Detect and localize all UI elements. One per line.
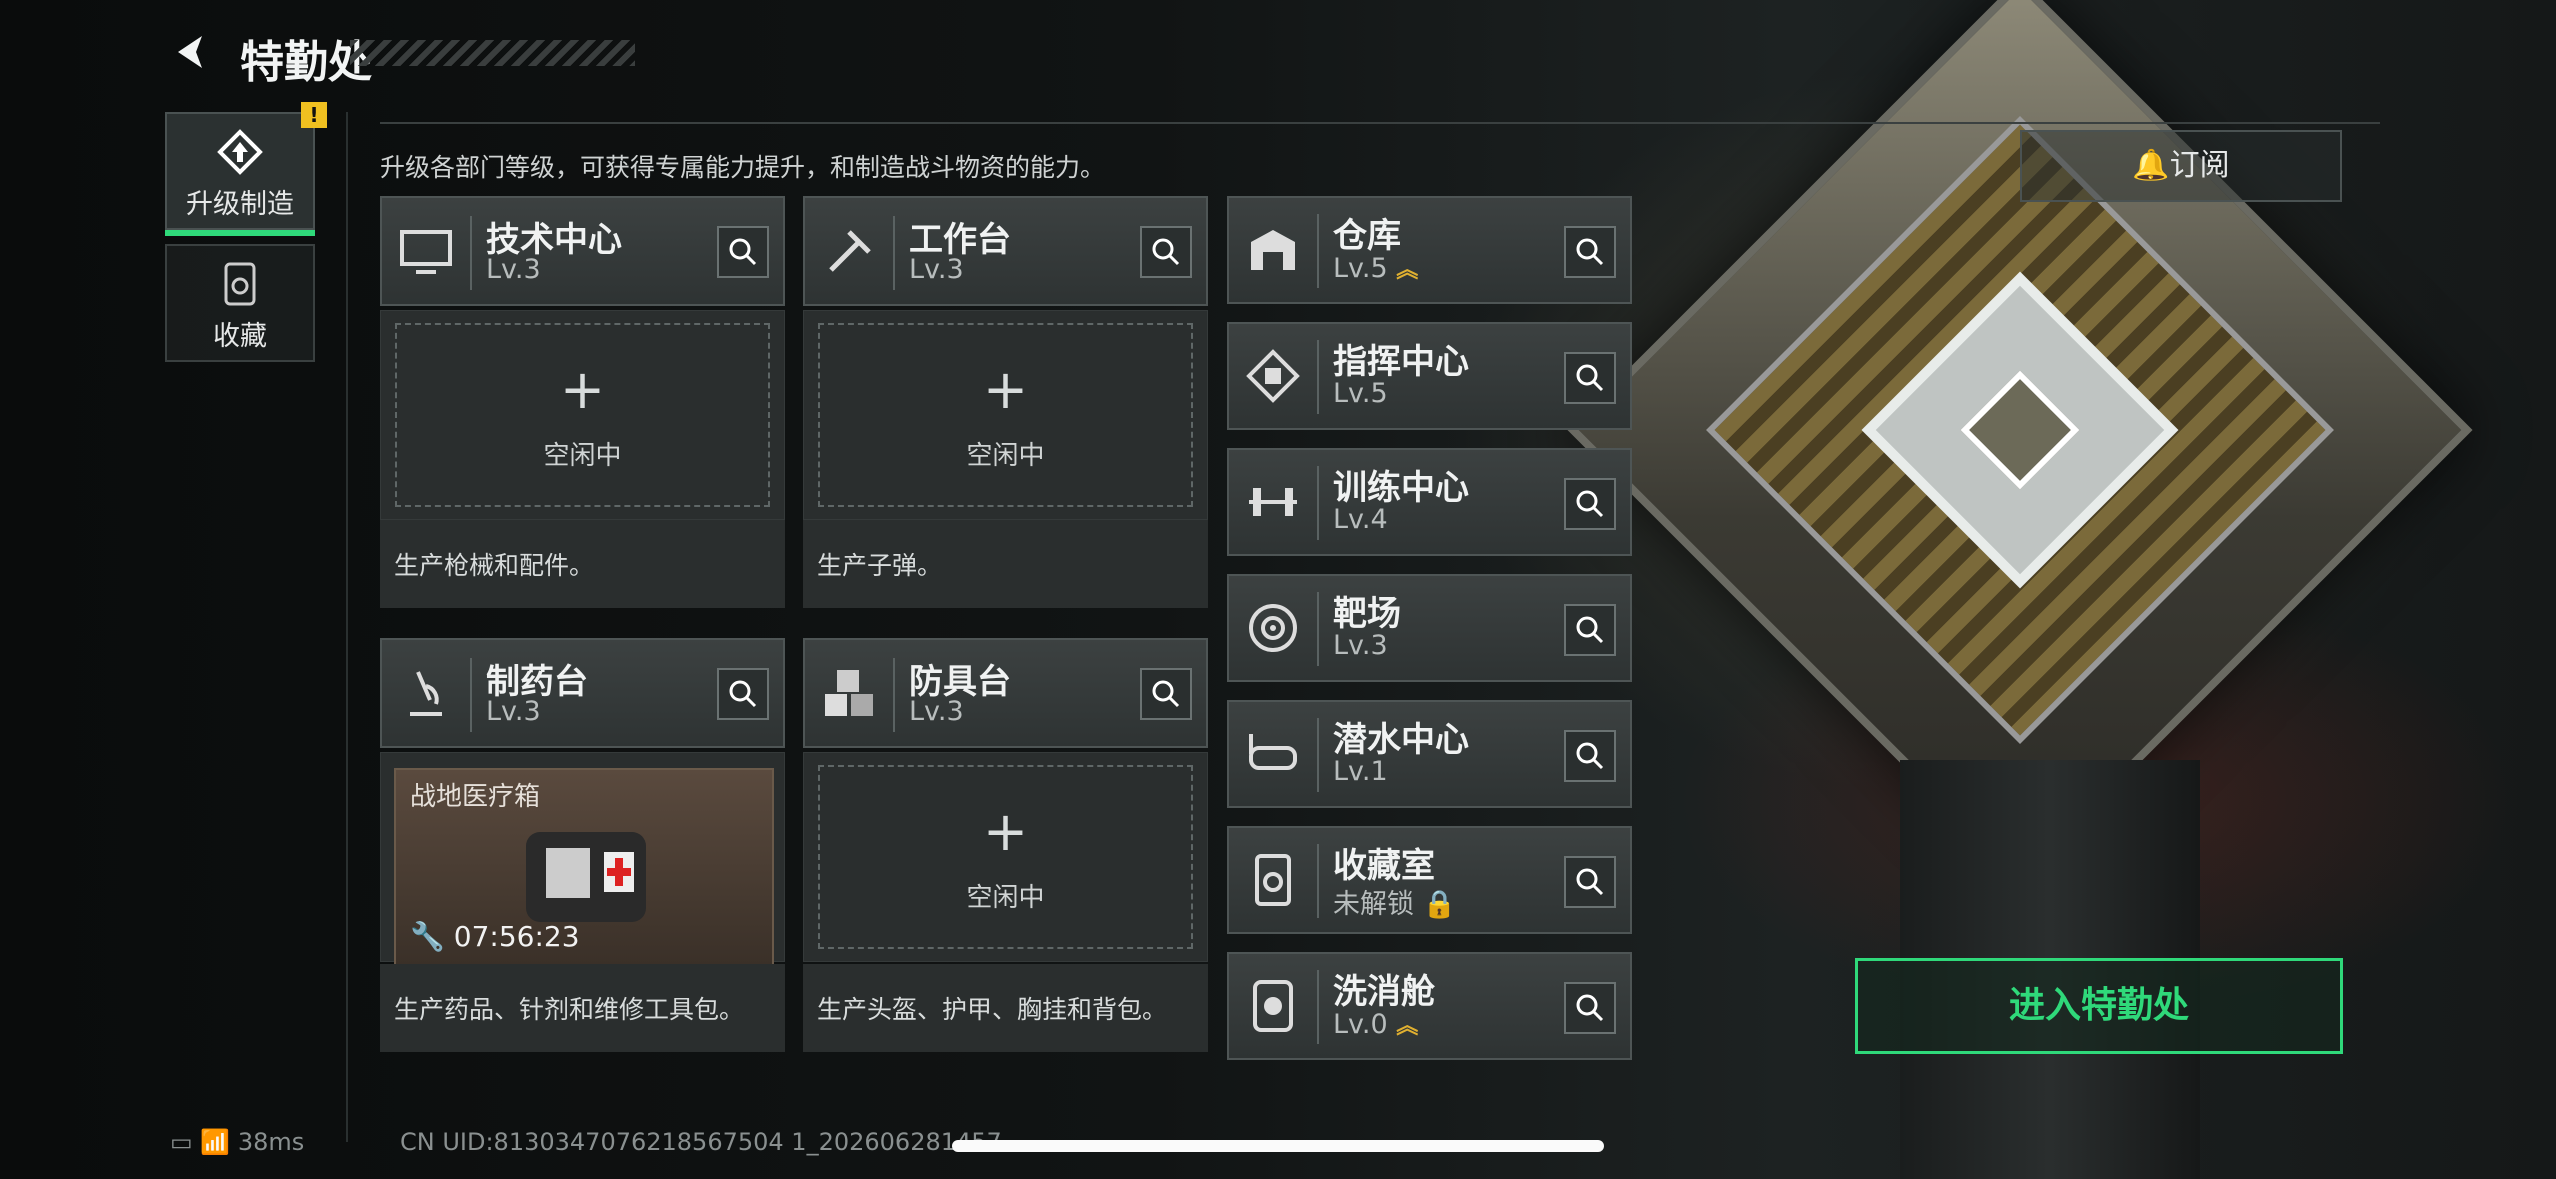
facility-diving-center[interactable]: 潜水中心 Lv.1 [1227,700,1632,808]
facility-level: Lv.0 ︽ [1333,1009,1419,1040]
search-icon[interactable] [1564,604,1616,656]
subscribe-label: 订阅 [2169,148,2230,183]
station-level: Lv.3 [909,254,964,285]
search-icon[interactable] [717,668,769,720]
station-level: Lv.3 [909,696,964,727]
station-tech-center[interactable]: 技术中心 Lv.3 [380,196,785,306]
slot-status: 空闲中 [543,441,622,471]
station-workbench[interactable]: 工作台 Lv.3 [803,196,1208,306]
dumbbell-icon [1243,472,1303,532]
craft-slot[interactable]: + 空闲中 [803,310,1208,520]
title-decor [350,40,635,66]
search-icon[interactable] [1564,730,1616,782]
facility-name: 收藏室 [1333,846,1435,886]
microscope-icon [396,664,456,724]
station-caption: 生产子弹。 [803,520,1208,608]
back-arrow-icon [178,36,202,68]
crafting-item[interactable]: 战地医疗箱 🔧 07:56:23 [394,768,774,968]
search-icon[interactable] [717,226,769,278]
facility-shooting-range[interactable]: 靶场 Lv.3 [1227,574,1632,682]
uid-text: CN UID:8130347076218567504 1_20260628145… [400,1128,1002,1156]
medkit-icon [516,812,656,932]
station-level: Lv.3 [486,696,541,727]
station-caption: 生产枪械和配件。 [380,520,785,608]
command-icon [1243,346,1303,406]
warehouse-icon [1243,220,1303,280]
slot-status: 空闲中 [966,883,1045,913]
facility-name: 训练中心 [1333,468,1469,508]
bell-icon: 🔔 [2132,148,2170,183]
ping: 38ms [237,1128,305,1156]
diving-mask-icon [1243,724,1303,784]
alert-badge: ! [301,102,327,128]
search-icon[interactable] [1564,478,1616,530]
search-icon[interactable] [1564,226,1616,278]
back-button[interactable] [168,30,212,74]
search-icon[interactable] [1564,856,1616,908]
search-icon[interactable] [1564,352,1616,404]
facility-level: Lv.5 [1333,378,1388,409]
tab-label: 升级制造 [186,189,294,220]
facility-level: Lv.1 [1333,756,1388,787]
station-caption: 生产头盔、护甲、胸挂和背包。 [803,964,1208,1052]
collection-icon [1243,850,1303,910]
home-indicator[interactable] [952,1140,1604,1152]
station-pharmacy[interactable]: 制药台 Lv.3 [380,638,785,748]
tab-upgrade-craft[interactable]: ! 升级制造 [165,102,327,236]
facility-level: 未解锁 🔒 [1333,889,1457,920]
item-name: 战地医疗箱 [410,782,541,812]
slot-status: 空闲中 [966,441,1045,471]
facility-collection-room[interactable]: 收藏室 未解锁 🔒 [1227,826,1632,934]
enter-button[interactable]: 进入特勤处 [1855,958,2343,1054]
facility-name: 潜水中心 [1333,720,1469,760]
facility-level: Lv.5 ︽ [1333,253,1419,284]
upgrade-arrow-icon: ︽ [1396,258,1419,283]
battery-icon: ▭ [170,1128,193,1156]
craft-timer: 🔧 07:56:23 [410,920,580,953]
station-armor[interactable]: 防具台 Lv.3 [803,638,1208,748]
craft-slot[interactable]: + 空闲中 [803,752,1208,962]
hammer-icon [819,222,879,282]
craft-slot[interactable]: + 空闲中 [380,310,785,520]
tab-label: 收藏 [213,321,267,352]
facility-command-center[interactable]: 指挥中心 Lv.5 [1227,322,1632,430]
collection-icon [216,260,264,308]
subscribe-button[interactable]: 🔔订阅 [2020,130,2342,202]
decon-icon [1243,976,1303,1036]
divider [380,122,2380,124]
search-icon[interactable] [1564,982,1616,1034]
facility-level: Lv.4 [1333,504,1388,535]
tab-collection[interactable]: 收藏 [165,244,315,362]
search-icon[interactable] [1140,668,1192,720]
description: 升级各部门等级，可获得专属能力提升，和制造战斗物资的能力。 [380,153,1106,182]
facility-name: 洗消舱 [1333,972,1435,1012]
facility-training-center[interactable]: 训练中心 Lv.4 [1227,448,1632,556]
facility-warehouse[interactable]: 仓库 Lv.5 ︽ [1227,196,1632,304]
monitor-icon [396,222,456,282]
facility-name: 指挥中心 [1333,342,1469,382]
add-icon: + [982,800,1029,863]
target-icon [1243,598,1303,658]
lock-icon: 🔒 [1422,889,1457,920]
add-icon: + [982,358,1029,421]
divider [346,112,348,1142]
upgrade-icon [216,128,264,176]
search-icon[interactable] [1140,226,1192,278]
upgrade-arrow-icon: ︽ [1396,1014,1419,1039]
facility-decon-chamber[interactable]: 洗消舱 Lv.0 ︽ [1227,952,1632,1060]
facility-name: 靶场 [1333,594,1401,634]
facility-name: 仓库 [1333,216,1401,256]
facility-level: Lv.3 [1333,630,1388,661]
station-level: Lv.3 [486,254,541,285]
wrench-icon: 🔧 [410,920,445,953]
station-caption: 生产药品、针剂和维修工具包。 [380,964,785,1052]
add-icon: + [559,358,606,421]
timer-value: 07:56:23 [453,920,580,953]
wifi-icon: 📶 [200,1128,231,1156]
status-bar: ▭ 📶 38ms [170,1128,304,1156]
boxes-icon [819,664,879,724]
